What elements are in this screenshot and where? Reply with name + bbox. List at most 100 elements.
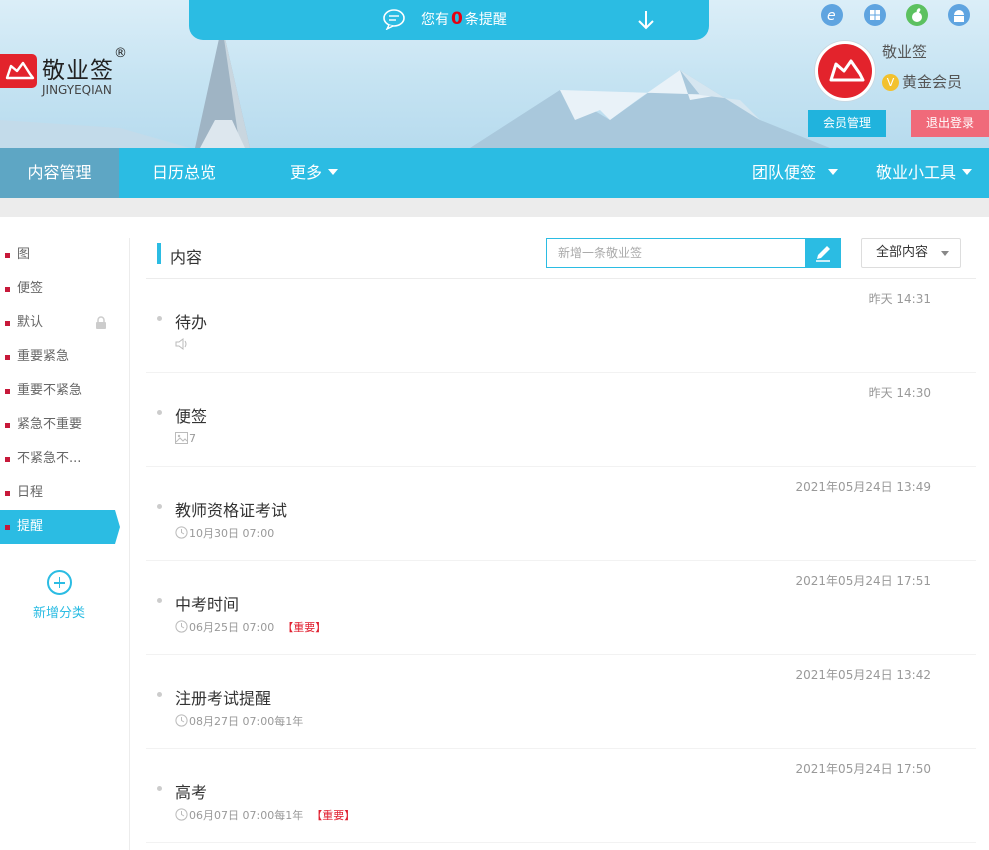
note-title: 中考时间 [175, 595, 240, 614]
note-title: 高考 [175, 783, 208, 802]
clock-icon [175, 714, 188, 727]
note-title: 注册考试提醒 [175, 689, 272, 708]
reminder-count: 0 [451, 9, 463, 29]
avatar[interactable] [815, 41, 875, 101]
note-meta-text: 06月07日 07:00每1年 [189, 809, 304, 822]
bullet-icon [5, 423, 10, 428]
note-item[interactable]: 昨天 14:31 待办 [146, 279, 976, 373]
note-bullet-icon [157, 504, 162, 509]
add-category-label: 新增分类 [32, 606, 85, 621]
note-meta-text: 7 [189, 432, 196, 445]
caret-down-icon [828, 169, 839, 175]
note-time: 2021年05月24日 13:49 [795, 480, 931, 494]
pencil-icon [816, 246, 830, 262]
lock-icon [96, 316, 106, 329]
category-label: 重要紧急 [17, 349, 70, 364]
category-label: 重要不紧急 [17, 383, 83, 398]
note-title: 便签 [175, 407, 208, 426]
note-time: 2021年05月24日 17:50 [795, 762, 931, 776]
ie-icon[interactable]: e [821, 4, 843, 26]
bullet-icon [5, 321, 10, 326]
category-item[interactable]: 紧急不重要 [0, 408, 129, 442]
user-name: 敬业签 [882, 43, 928, 61]
category-label: 日程 [17, 485, 44, 500]
note-item[interactable]: 2021年05月24日 17:51 中考时间 06月25日 07:00 【重要】 [146, 561, 976, 655]
nav-content-management[interactable]: 内容管理 [0, 148, 119, 198]
bullet-icon [5, 491, 10, 496]
caret-down-icon [941, 251, 949, 256]
important-tag: 【重要】 [282, 621, 327, 634]
content-filter-dropdown[interactable]: 全部内容 [861, 238, 961, 268]
note-time: 昨天 14:30 [868, 386, 931, 400]
nav-label: 团队便签 [752, 163, 817, 182]
nav-team-notes[interactable]: 团队便签 [752, 148, 839, 198]
content-title: 内容 [170, 248, 203, 267]
new-note-input[interactable]: 新增一条敬业签 [546, 238, 806, 268]
brand-pinyin: JINGYEQIAN [42, 83, 112, 97]
vip-level: V 黄金会员 [882, 71, 962, 92]
note-bullet-icon [157, 316, 162, 321]
category-item[interactable]: 默认 [0, 306, 129, 340]
clock-icon [175, 526, 188, 539]
bullet-icon [5, 287, 10, 292]
member-management-button[interactable]: 会员管理 [808, 110, 886, 137]
note-title: 待办 [175, 313, 208, 332]
new-note-button[interactable] [805, 238, 841, 268]
nav-calendar-overview[interactable]: 日历总览 [152, 148, 216, 198]
logout-button[interactable]: 退出登录 [911, 110, 989, 137]
note-meta: 06月07日 07:00每1年 【重要】 [175, 808, 355, 823]
category-item[interactable]: 图 [0, 238, 129, 272]
bullet-icon [5, 389, 10, 394]
nav-label: 敬业小工具 [876, 163, 957, 182]
category-label: 提醒 [17, 519, 44, 534]
windows-icon[interactable] [864, 4, 886, 26]
note-bullet-icon [157, 410, 162, 415]
plus-circle-icon [46, 570, 72, 595]
note-item[interactable]: 昨天 14:30 便签 7 [146, 373, 976, 467]
note-bullet-icon [157, 692, 162, 697]
category-item[interactable]: 重要紧急 [0, 340, 129, 374]
filter-value: 全部内容 [876, 245, 929, 260]
note-time: 2021年05月24日 13:42 [795, 668, 931, 682]
chat-bubble-icon [383, 9, 405, 30]
apple-icon[interactable] [906, 4, 928, 26]
bullet-icon [5, 355, 10, 360]
clock-icon [175, 808, 188, 821]
category-item[interactable]: 便签 [0, 272, 129, 306]
note-item[interactable]: 2021年05月24日 17:50 高考 06月07日 07:00每1年 【重要】 [146, 749, 976, 843]
category-label: 紧急不重要 [17, 417, 83, 432]
category-sidebar: 图 便签 默认 重要紧急 重要不紧急 紧急不重要 不紧急不... 日程 提醒 新… [0, 238, 130, 850]
nav-label: 更多 [290, 163, 323, 182]
note-item[interactable]: 2021年05月24日 13:42 注册考试提醒 08月27日 07:00每1年 [146, 655, 976, 749]
android-icon[interactable] [948, 4, 970, 26]
reminder-text: 您有 0 条提醒 [421, 9, 507, 30]
reminder-suffix: 条提醒 [464, 12, 507, 28]
caret-down-icon [962, 169, 973, 175]
category-item-active[interactable]: 提醒 [0, 510, 120, 544]
category-item[interactable]: 不紧急不... [0, 442, 129, 476]
category-label: 图 [17, 247, 31, 262]
note-item[interactable]: 2021年05月24日 13:49 教师资格证考试 10月30日 07:00 [146, 467, 976, 561]
header: 您有 0 条提醒 敬业签 ® JINGYEQIAN e 敬业签 V 黄金会员 会员管理… [0, 0, 989, 148]
caret-down-icon [328, 169, 339, 175]
note-meta-text: 06月25日 07:00 [189, 621, 275, 634]
reminder-prefix: 您有 [421, 12, 449, 28]
reminder-banner[interactable]: 您有 0 条提醒 [189, 0, 709, 40]
nav-label: 内容管理 [27, 163, 92, 182]
nav-more[interactable]: 更多 [290, 148, 339, 198]
section-marker [157, 243, 161, 264]
category-item[interactable]: 重要不紧急 [0, 374, 129, 408]
bullet-icon [5, 253, 10, 258]
nav-tools[interactable]: 敬业小工具 [876, 148, 973, 198]
image-icon [175, 432, 188, 444]
add-category-button[interactable]: 新增分类 [0, 570, 118, 621]
category-item[interactable]: 日程 [0, 476, 129, 510]
category-label: 默认 [17, 315, 44, 330]
note-bullet-icon [157, 598, 162, 603]
note-meta-text: 10月30日 07:00 [189, 527, 275, 540]
vip-level-text: 黄金会员 [902, 73, 963, 91]
arrow-down-icon[interactable] [637, 9, 655, 31]
clock-icon [175, 620, 188, 633]
content-header: 内容 新增一条敬业签 全部内容 [146, 238, 976, 279]
note-meta: 08月27日 07:00每1年 [175, 714, 303, 729]
